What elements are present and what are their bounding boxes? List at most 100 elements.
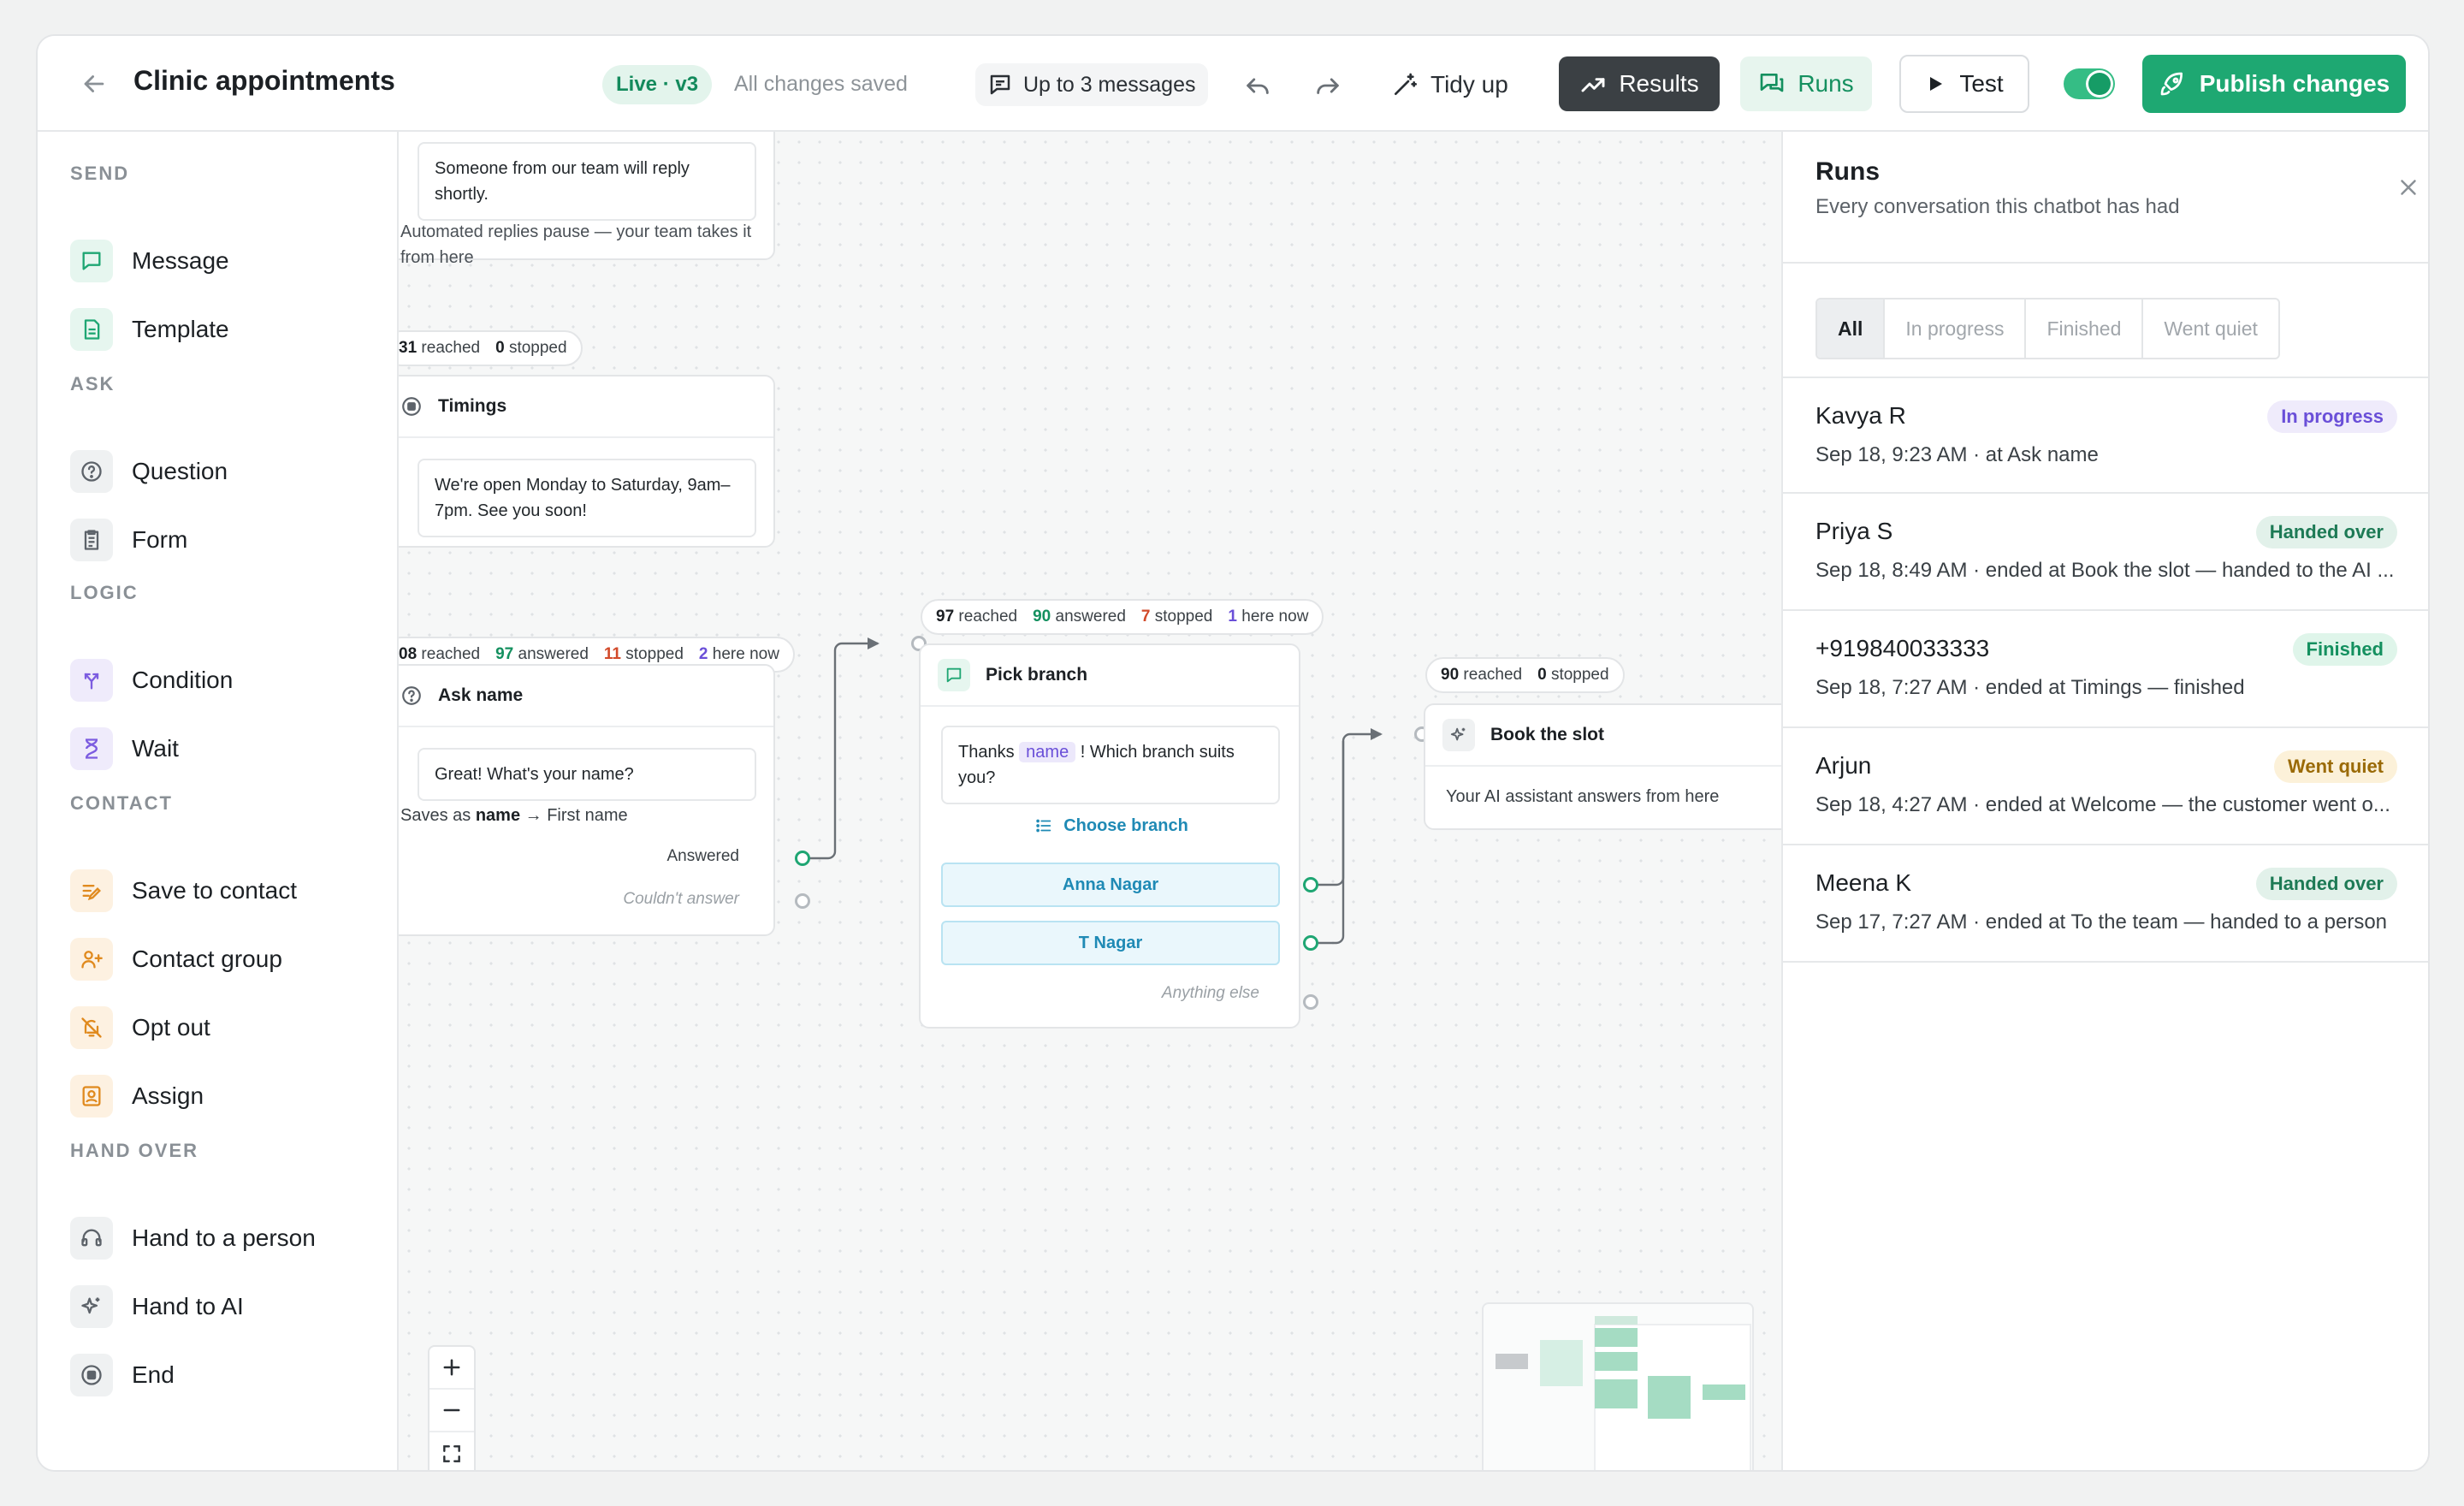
saves-variable: name (475, 806, 521, 825)
palette-item-template[interactable]: Template (70, 306, 229, 353)
filter-finished[interactable]: Finished (2026, 299, 2144, 358)
stop-icon (70, 1354, 113, 1396)
choose-branch-list-button[interactable]: Choose branch (921, 816, 1302, 836)
assign-icon (70, 1075, 113, 1118)
palette-item-assign[interactable]: Assign (70, 1073, 204, 1119)
anything-else-output-port[interactable] (1303, 994, 1318, 1010)
branch-option-anna-nagar[interactable]: Anna Nagar (941, 863, 1280, 907)
undo-button[interactable] (1239, 67, 1276, 104)
run-status-badge: Finished (2292, 633, 2397, 666)
palette-item-label: Assign (132, 1082, 204, 1109)
run-details: Sep 18, 9:23 AM · at Ask name (1815, 443, 2099, 466)
minimap-graphic (1496, 1316, 1751, 1470)
run-contact-name: +919840033333 (1815, 635, 1990, 661)
close-panel-button[interactable] (2396, 175, 2421, 207)
live-toggle[interactable] (2064, 68, 2115, 99)
handover-note: Automated replies pause — your team take… (400, 222, 752, 267)
runs-button[interactable]: Runs (1740, 56, 1872, 111)
run-row[interactable]: Priya S Handed over Sep 18, 8:49 AM · en… (1783, 494, 2428, 611)
filter-went-quiet[interactable]: Went quiet (2143, 299, 2278, 358)
node-title: Pick branch (986, 665, 1088, 685)
palette-item-hand-to-ai[interactable]: Hand to AI (70, 1284, 244, 1330)
failed-output-port[interactable] (795, 893, 810, 909)
close-icon (2401, 180, 2416, 195)
branch-option-t-nagar[interactable]: T Nagar (941, 921, 1280, 965)
answered-output-port[interactable] (795, 851, 810, 866)
filter-in-progress[interactable]: In progress (1885, 299, 2027, 358)
stat-stopped-label: stopped (508, 339, 567, 357)
palette-item-label: Hand to a person (132, 1224, 316, 1251)
node-pick-branch[interactable]: Pick branch Thanks name ! Which branch s… (919, 643, 1300, 1029)
palette-item-message[interactable]: Message (70, 238, 229, 284)
stat-stopped-label: stopped (1154, 608, 1213, 626)
zoom-out-button[interactable] (429, 1390, 474, 1432)
stat-reached-value: 08 (399, 645, 418, 663)
redo-button[interactable] (1309, 67, 1347, 104)
message-limit-button[interactable]: Up to 3 messages (975, 63, 1208, 106)
palette-item-form[interactable]: Form (70, 517, 187, 563)
section-ask-heading: ASK (70, 373, 116, 394)
test-label: Test (1959, 70, 2004, 97)
flow-title: Clinic appointments (133, 65, 395, 96)
run-row[interactable]: Arjun Went quiet Sep 18, 4:27 AM · ended… (1783, 728, 2428, 845)
node-message-bubble: We're open Monday to Saturday, 9am–7pm. … (418, 459, 756, 537)
run-contact-name: Meena K (1815, 869, 1912, 896)
node-book-the-slot[interactable]: Book the slot Your AI assistant answers … (1424, 703, 1781, 830)
palette-item-end[interactable]: End (70, 1352, 175, 1398)
stat-here-value: 2 (698, 645, 708, 663)
section-handover-heading: HAND OVER (70, 1140, 199, 1161)
palette-item-hand-to-person[interactable]: Hand to a person (70, 1215, 316, 1261)
run-row[interactable]: Kavya R In progress Sep 18, 9:23 AM · at… (1783, 376, 2428, 494)
hourglass-icon (70, 727, 113, 770)
results-button[interactable]: Results (1559, 56, 1720, 111)
palette-item-condition[interactable]: Condition (70, 657, 233, 703)
palette-item-label: Condition (132, 667, 234, 693)
zoom-in-button[interactable] (429, 1347, 474, 1390)
node-ask-name[interactable]: Ask name Great! What's your name? Saves … (399, 664, 775, 936)
runs-list: Kavya R In progress Sep 18, 9:23 AM · at… (1783, 376, 2428, 963)
run-row[interactable]: +919840033333 Finished Sep 18, 7:27 AM ·… (1783, 611, 2428, 728)
message-limit-label: Up to 3 messages (1023, 72, 1196, 97)
run-contact-name: Arjun (1815, 752, 1872, 779)
magic-wand-icon (1395, 73, 1417, 95)
message-icon (938, 659, 970, 691)
t-nagar-output-port[interactable] (1303, 935, 1318, 951)
flow-canvas[interactable]: Someone from our team will reply shortly… (399, 132, 1781, 1470)
anna-nagar-output-port[interactable] (1303, 877, 1318, 892)
fit-view-button[interactable] (429, 1432, 474, 1470)
node-header: Ask name (399, 666, 773, 727)
stat-stopped-value: 0 (1537, 666, 1547, 684)
test-button[interactable]: Test (1899, 55, 2029, 113)
undo-icon (1247, 78, 1269, 94)
palette-item-question[interactable]: Question (70, 448, 228, 495)
palette-item-label: End (132, 1361, 175, 1388)
palette-item-opt-out[interactable]: Opt out (70, 1005, 210, 1051)
node-title: Timings (438, 396, 507, 416)
palette-item-contact-group[interactable]: Contact group (70, 936, 282, 982)
run-row[interactable]: Meena K Handed over Sep 17, 7:27 AM · en… (1783, 845, 2428, 963)
question-icon (70, 450, 113, 493)
palette-item-label: Template (132, 316, 229, 342)
stat-stopped-value: 7 (1140, 608, 1151, 626)
palette-item-save-to-contact[interactable]: Save to contact (70, 868, 297, 914)
message-icon (990, 74, 1010, 95)
tidy-up-button[interactable]: Tidy up (1391, 63, 1508, 106)
stop-icon (402, 397, 421, 416)
filter-all[interactable]: All (1817, 299, 1886, 358)
stat-reached-label: reached (958, 608, 1018, 626)
section-send-heading: SEND (70, 163, 130, 184)
run-status-badge: Went quiet (2273, 750, 2397, 783)
node-message-bubble: Great! What's your name? (418, 748, 756, 801)
node-hand-to-team[interactable]: Someone from our team will reply shortly… (399, 132, 775, 267)
node-timings[interactable]: Timings We're open Monday to Saturday, 9… (399, 375, 775, 548)
publish-changes-button[interactable]: Publish changes (2142, 55, 2406, 113)
back-button[interactable] (68, 58, 120, 110)
stat-reached-label: reached (421, 645, 481, 663)
contact-group-icon (70, 938, 113, 981)
node-header: Timings (399, 376, 773, 438)
results-label: Results (1619, 70, 1699, 97)
palette-item-wait[interactable]: Wait (70, 726, 179, 772)
run-status-badge: Handed over (2255, 516, 2397, 548)
canvas-minimap[interactable] (1482, 1302, 1754, 1470)
live-version-badge: Live · v3 (602, 65, 713, 104)
